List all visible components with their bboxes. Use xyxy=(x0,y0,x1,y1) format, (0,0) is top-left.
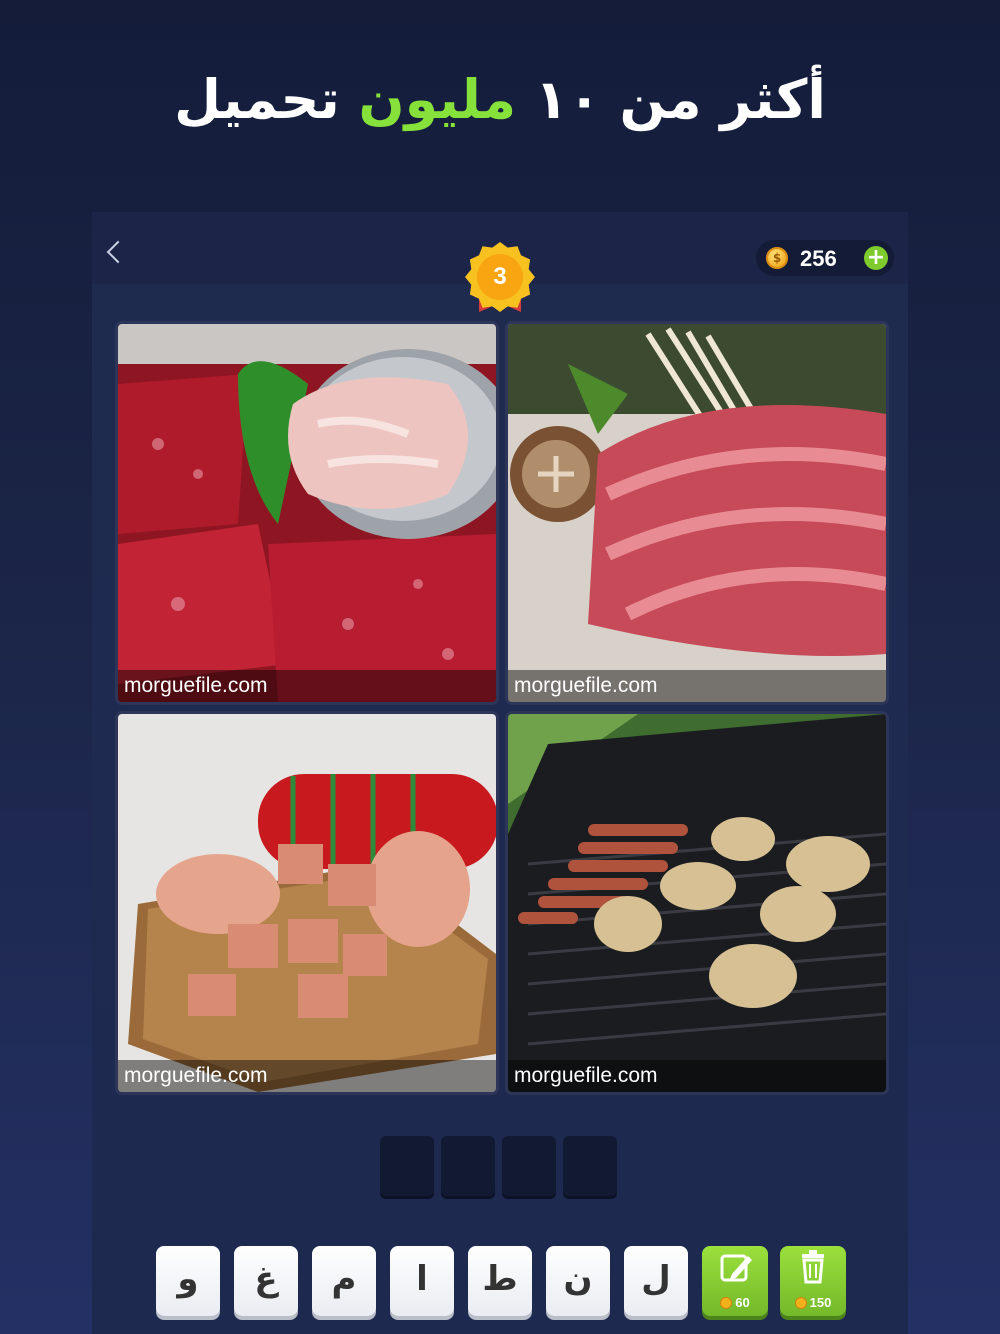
answer-slot[interactable] xyxy=(502,1136,556,1196)
headline-highlight: مليون xyxy=(358,68,516,131)
clue-image-2[interactable]: morguefile.com xyxy=(508,324,886,702)
letter-key[interactable]: ن xyxy=(546,1246,610,1316)
letter-key[interactable]: و xyxy=(156,1246,220,1316)
level-number: 3 xyxy=(477,254,523,300)
image-credit: morguefile.com xyxy=(508,1060,886,1092)
letter-key[interactable]: ل xyxy=(624,1246,688,1316)
clue-image-3[interactable]: morguefile.com xyxy=(118,714,496,1092)
answer-slot[interactable] xyxy=(441,1136,495,1196)
image-credit: morguefile.com xyxy=(118,1060,496,1092)
image-credit: morguefile.com xyxy=(508,670,886,702)
reveal-letter-button[interactable]: 60 xyxy=(702,1246,768,1316)
headline-part2: تحميل xyxy=(174,68,359,131)
meat-tray-image xyxy=(118,324,496,702)
back-chevron-icon[interactable] xyxy=(106,240,130,264)
letter-key[interactable]: ط xyxy=(468,1246,532,1316)
mortadella-image xyxy=(118,714,496,1092)
add-coins-button[interactable]: + xyxy=(864,246,888,270)
reveal-cost: 60 xyxy=(702,1295,768,1310)
answer-slot[interactable] xyxy=(563,1136,617,1196)
grill-image xyxy=(508,714,886,1092)
pencil-icon xyxy=(720,1254,752,1282)
sliced-beef-image xyxy=(508,324,886,702)
level-badge: 3 xyxy=(465,242,535,312)
clue-image-1[interactable]: morguefile.com xyxy=(118,324,496,702)
remove-letters-button[interactable]: 150 xyxy=(780,1246,846,1316)
letter-key[interactable]: غ xyxy=(234,1246,298,1316)
headline-part1: أكثر من ١٠ xyxy=(516,68,826,131)
promo-headline: أكثر من ١٠ مليون تحميل xyxy=(0,68,1000,131)
coin-count: 256 xyxy=(800,246,837,271)
trash-icon xyxy=(802,1250,824,1284)
answer-slot[interactable] xyxy=(380,1136,434,1196)
image-credit: morguefile.com xyxy=(118,670,496,702)
coin-icon xyxy=(720,1297,733,1309)
coin-icon: $ xyxy=(766,247,788,269)
letter-key[interactable]: ا xyxy=(390,1246,454,1316)
remove-cost: 150 xyxy=(780,1295,846,1310)
game-panel: $ 256 + 3 morguefile.com morguefile.com … xyxy=(92,212,908,1334)
coin-icon xyxy=(794,1297,807,1309)
clue-image-4[interactable]: morguefile.com xyxy=(508,714,886,1092)
letter-key[interactable]: م xyxy=(312,1246,376,1316)
coin-balance: $ 256 + xyxy=(756,240,894,276)
